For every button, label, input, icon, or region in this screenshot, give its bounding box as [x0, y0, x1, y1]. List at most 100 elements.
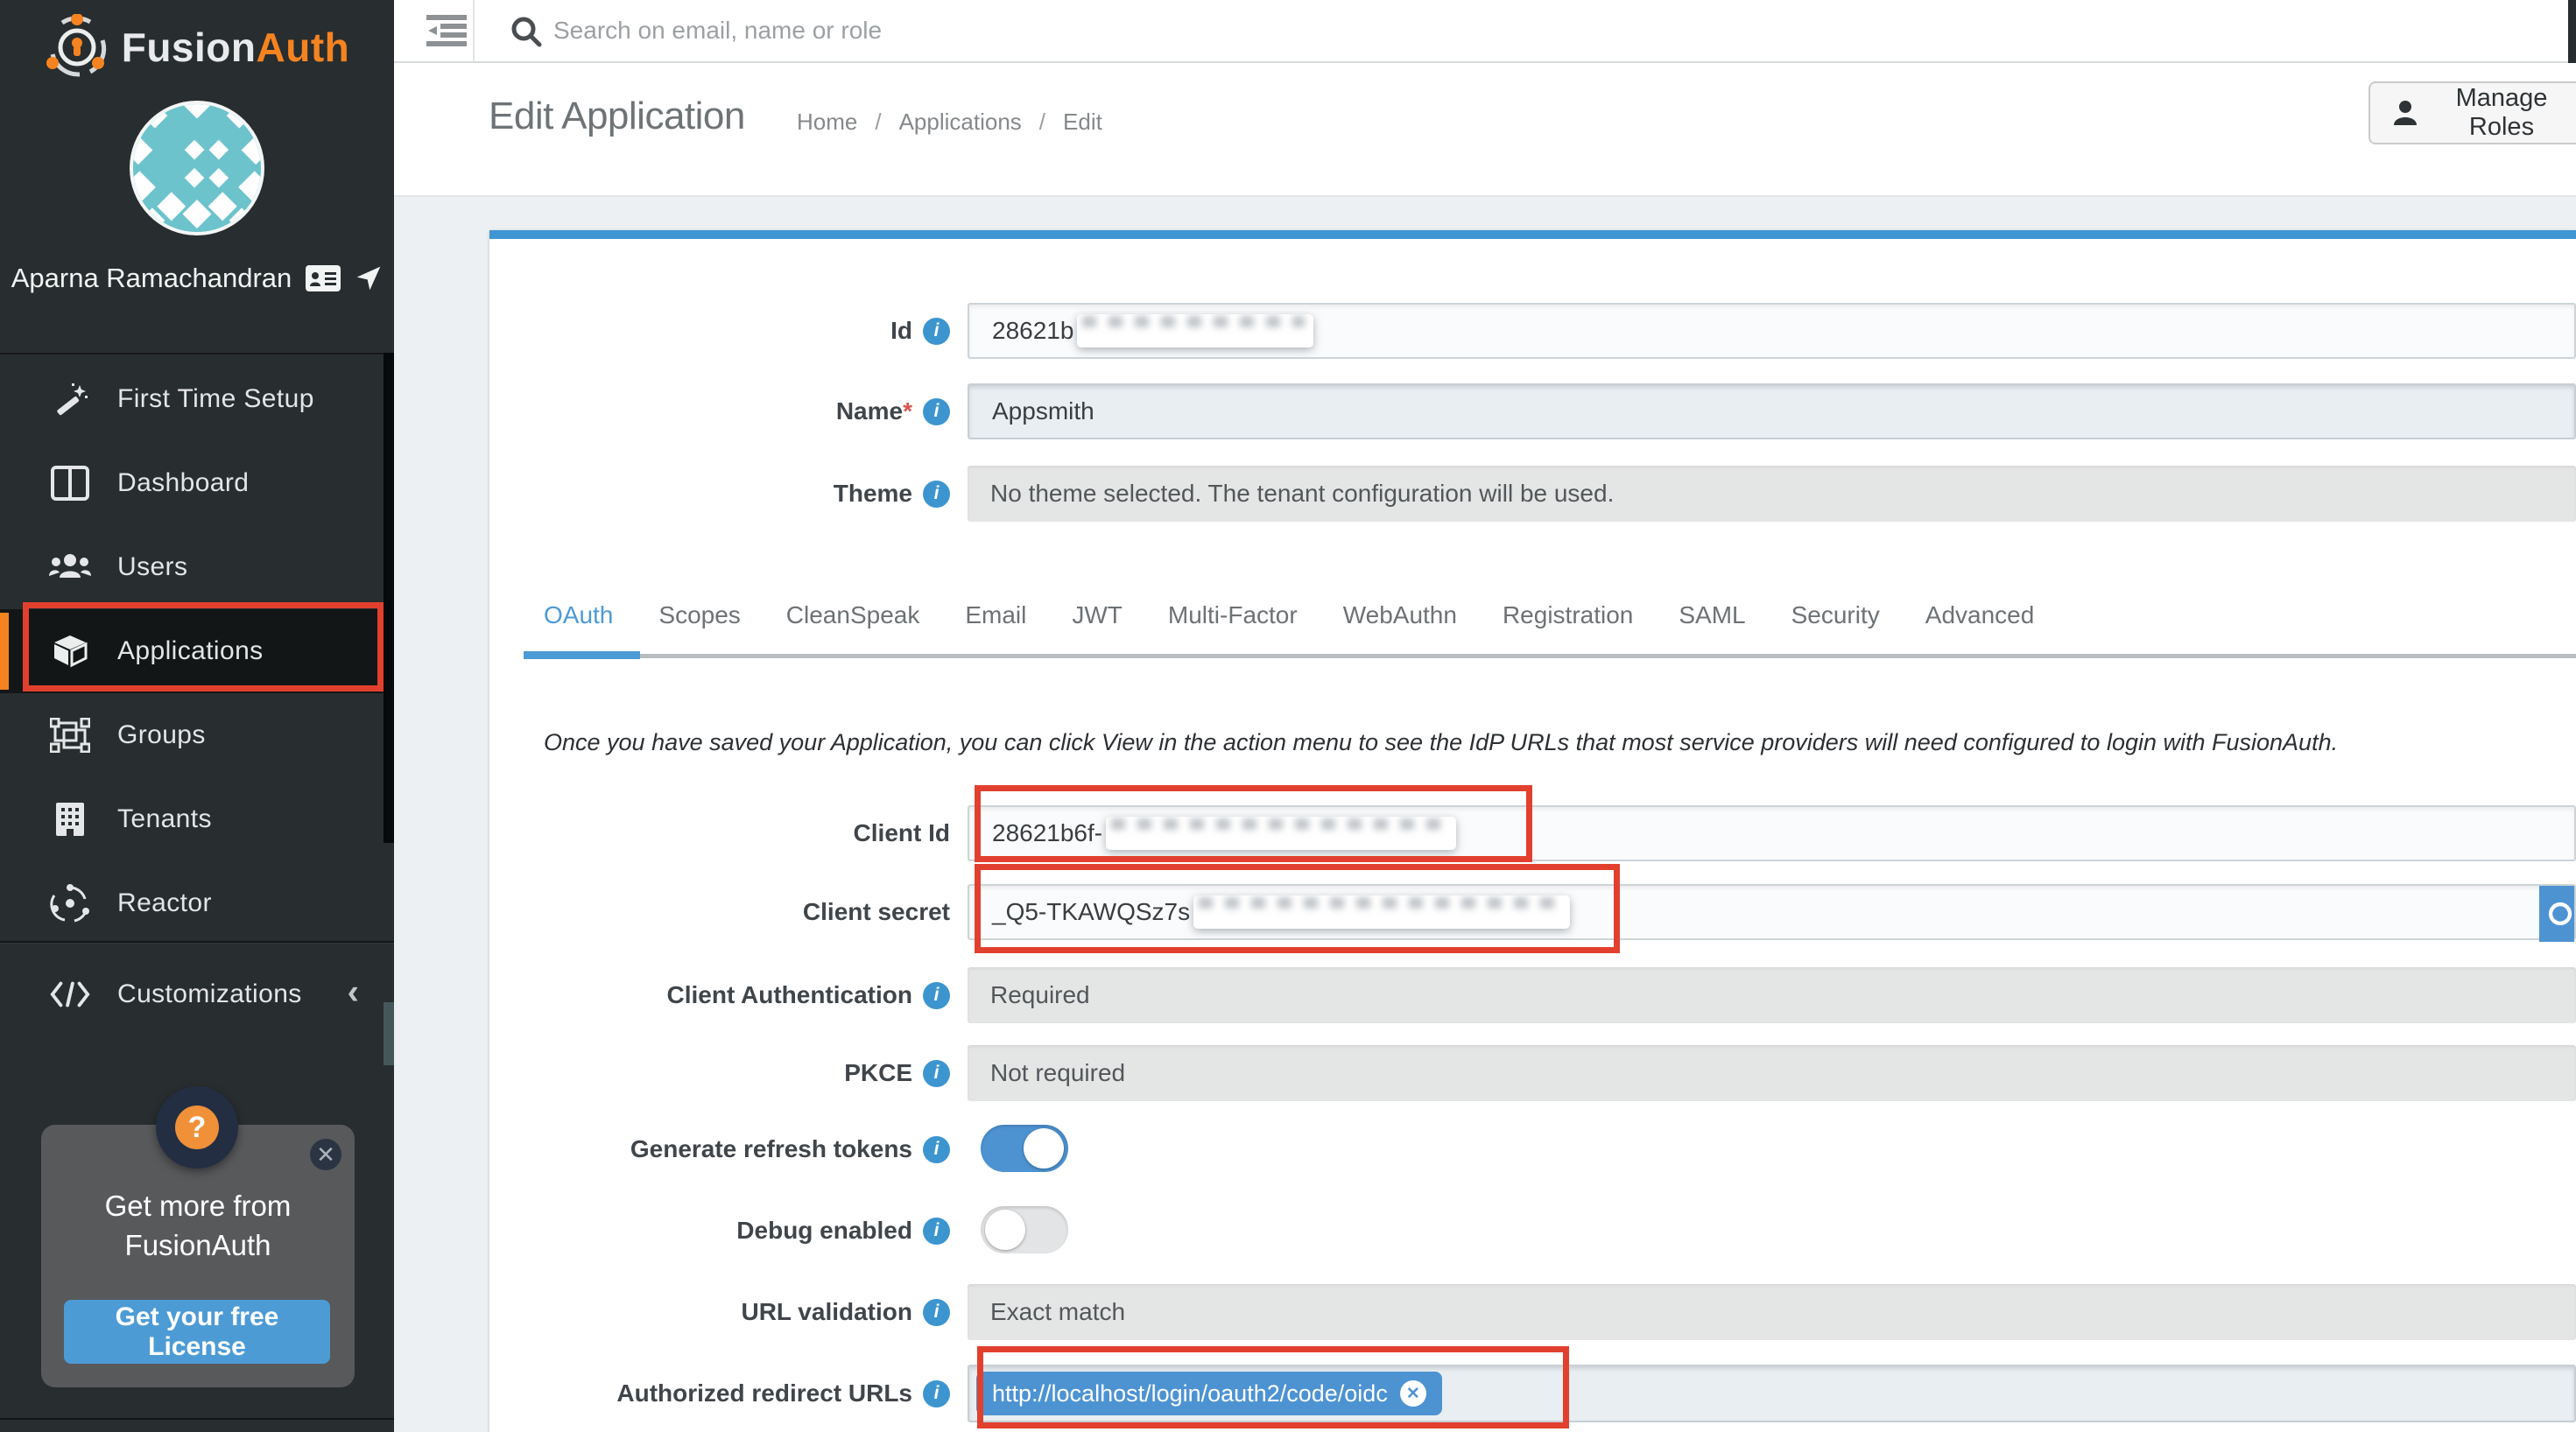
- active-tab-indicator: [524, 651, 640, 659]
- tab-oauth[interactable]: OAuth: [544, 601, 613, 635]
- redirect-urls-label: Authorized redirect URLsi: [489, 1365, 950, 1422]
- user-name: Aparna Ramachandran: [11, 263, 292, 294]
- sidebar-item-label: Users: [117, 552, 187, 582]
- help-badge[interactable]: ?: [156, 1086, 238, 1169]
- tab-registration[interactable]: Registration: [1503, 601, 1633, 635]
- avatar: [130, 101, 264, 235]
- info-icon[interactable]: i: [923, 1218, 950, 1245]
- sidebar-collapse-icon[interactable]: [419, 12, 475, 51]
- info-icon[interactable]: i: [923, 982, 950, 1009]
- dashboard-icon: [49, 462, 91, 504]
- client-id-field[interactable]: 28621b6f-: [968, 805, 2576, 861]
- info-icon[interactable]: i: [923, 481, 950, 508]
- debug-toggle[interactable]: [981, 1206, 1068, 1253]
- promo-title: Get more fromFusionAuth: [41, 1186, 355, 1265]
- tab-security[interactable]: Security: [1791, 601, 1880, 635]
- topbar-divider: [473, 0, 475, 61]
- tenants-building-icon: [49, 798, 91, 840]
- sidebar-item-dashboard[interactable]: Dashboard: [0, 441, 394, 525]
- sidebar-divider: [0, 1418, 394, 1420]
- page-header: Edit Application Home / Applications / E…: [394, 63, 2576, 197]
- sidebar-item-reactor[interactable]: Reactor: [0, 861, 394, 945]
- tab-multi-factor[interactable]: Multi-Factor: [1168, 601, 1298, 635]
- toggle-knob: [1024, 1128, 1064, 1169]
- info-icon[interactable]: i: [923, 1060, 950, 1087]
- sidebar-item-tenants[interactable]: Tenants: [0, 777, 394, 861]
- client-authentication-field: Required: [968, 967, 2576, 1023]
- sidebar-divider: [0, 941, 394, 943]
- main-content: Idi 28621b Name*i Appsmith Themei No the…: [394, 197, 2576, 1432]
- tab-advanced[interactable]: Advanced: [1925, 601, 2035, 635]
- promo-close-button[interactable]: ✕: [310, 1139, 341, 1170]
- config-tabs: OAuth Scopes CleanSpeak Email JWT Multi-…: [544, 601, 2541, 635]
- info-icon[interactable]: i: [923, 398, 950, 425]
- theme-label: Themei: [489, 466, 950, 522]
- locate-plane-icon[interactable]: [355, 264, 383, 292]
- redirect-url-chip: http://localhost/login/oauth2/code/oidc …: [976, 1372, 1442, 1415]
- question-mark-icon: ?: [175, 1106, 219, 1149]
- tab-webauthn[interactable]: WebAuthn: [1343, 601, 1457, 635]
- sidebar-item-first-time-setup[interactable]: First Time Setup: [0, 357, 394, 441]
- info-icon[interactable]: i: [923, 1380, 950, 1407]
- sidebar-item-users[interactable]: Users: [0, 525, 394, 609]
- client-authentication-label: Client Authenticationi: [489, 967, 950, 1023]
- form-row-client-authentication: Client Authenticationi Required: [489, 967, 2576, 1023]
- groups-icon: [49, 714, 91, 756]
- tab-email[interactable]: Email: [965, 601, 1026, 635]
- tab-saml[interactable]: SAML: [1679, 601, 1745, 635]
- application-form-card: Idi 28621b Name*i Appsmith Themei No the…: [489, 230, 2576, 1432]
- form-row-client-secret: Client secret _Q5-TKAWQSz7s: [489, 884, 2576, 940]
- fusionauth-logo-icon: [45, 14, 109, 81]
- chevron-left-icon: ‹: [348, 973, 359, 1013]
- info-icon[interactable]: i: [923, 1299, 950, 1326]
- form-row-id: Idi 28621b: [489, 303, 2576, 359]
- required-asterisk: *: [903, 397, 912, 425]
- info-icon[interactable]: i: [923, 318, 950, 345]
- form-row-url-validation: URL validationi Exact match: [489, 1284, 2576, 1340]
- client-secret-label: Client secret: [489, 884, 950, 940]
- info-icon[interactable]: i: [923, 1136, 950, 1163]
- breadcrumb-separator: /: [875, 109, 881, 136]
- applications-cube-icon: [49, 630, 91, 672]
- pkce-field: Not required: [968, 1045, 2576, 1101]
- manage-roles-button[interactable]: Manage Roles: [2368, 81, 2576, 144]
- sidebar-item-applications[interactable]: Applications: [0, 609, 394, 693]
- sidebar-item-label: Reactor: [117, 888, 212, 918]
- sidebar-item-customizations[interactable]: Customizations ‹: [0, 952, 394, 1036]
- sidebar-item-label: Customizations: [117, 979, 302, 1009]
- redirect-urls-field[interactable]: http://localhost/login/oauth2/code/oidc …: [968, 1365, 2576, 1422]
- redaction-smear: [1193, 895, 1570, 929]
- sidebar-item-groups[interactable]: Groups: [0, 693, 394, 777]
- remove-url-icon[interactable]: ✕: [1400, 1380, 1426, 1407]
- client-secret-field[interactable]: _Q5-TKAWQSz7s: [968, 884, 2576, 940]
- brand-logo[interactable]: FusionAuth: [0, 12, 394, 82]
- code-icon: [49, 973, 91, 1015]
- reveal-secret-button[interactable]: [2539, 886, 2574, 942]
- refresh-tokens-toggle[interactable]: [981, 1125, 1068, 1172]
- sidebar-nav: First Time Setup Dashboard Users Applica…: [0, 357, 394, 945]
- name-field[interactable]: Appsmith: [968, 383, 2576, 439]
- search-input[interactable]: [553, 9, 1779, 53]
- breadcrumb-home[interactable]: Home: [797, 109, 857, 136]
- breadcrumb-applications[interactable]: Applications: [899, 109, 1022, 136]
- sidebar-item-label: Applications: [117, 636, 264, 666]
- redaction-smear: [1077, 314, 1313, 347]
- tab-scopes[interactable]: Scopes: [658, 601, 740, 635]
- users-icon: [49, 546, 91, 588]
- sidebar-item-label: Tenants: [117, 804, 212, 834]
- id-field[interactable]: 28621b: [968, 303, 2576, 359]
- sidebar-divider: [0, 353, 394, 354]
- sidebar-item-label: Dashboard: [117, 468, 249, 498]
- get-free-license-button[interactable]: Get your free License: [64, 1300, 330, 1364]
- sidebar-item-label: Groups: [117, 720, 206, 750]
- form-row-theme: Themei No theme selected. The tenant con…: [489, 466, 2576, 522]
- tab-jwt[interactable]: JWT: [1072, 601, 1123, 635]
- wand-icon: [49, 378, 91, 420]
- fusionauth-admin-screen: FusionAuth: [0, 0, 2576, 1432]
- sidebar-scrollbar-thumb[interactable]: [384, 1002, 394, 1065]
- pkce-label: PKCEi: [489, 1045, 950, 1101]
- form-row-pkce: PKCEi Not required: [489, 1045, 2576, 1101]
- search-icon: [510, 15, 543, 48]
- id-card-icon[interactable]: [306, 265, 341, 291]
- tab-cleanspeak[interactable]: CleanSpeak: [786, 601, 920, 635]
